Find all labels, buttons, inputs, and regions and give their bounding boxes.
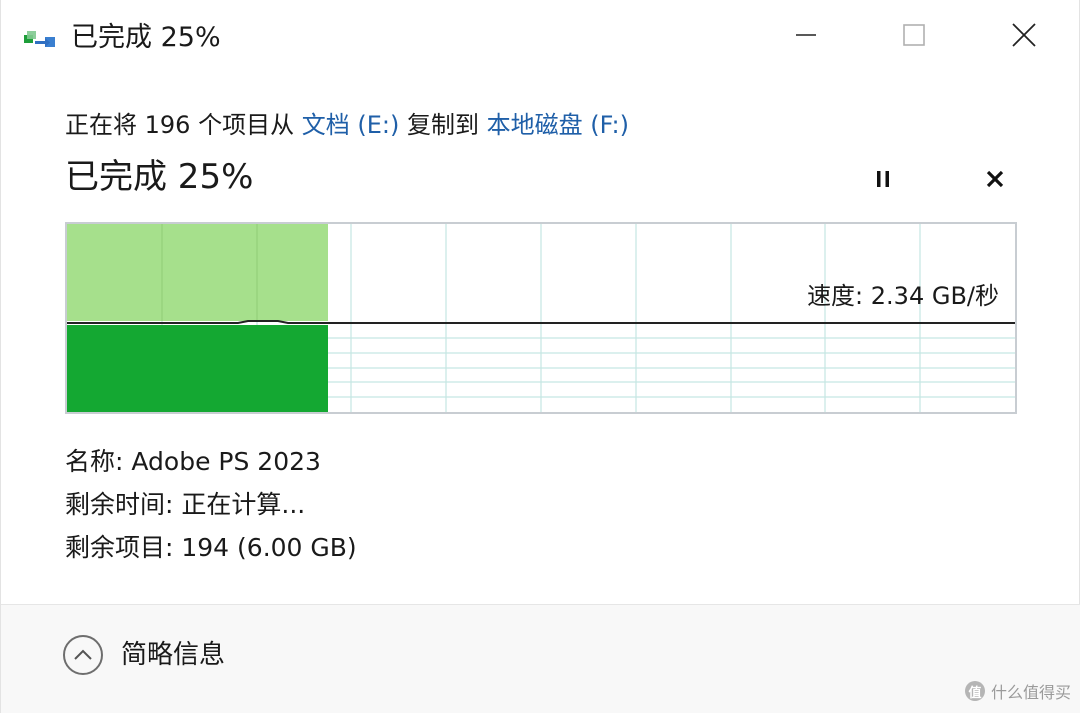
fewer-details-label: 简略信息: [121, 640, 226, 670]
maximize-button[interactable]: [889, 14, 939, 60]
footer: 简略信息 值 什么值得买: [1, 605, 1080, 713]
minimize-button[interactable]: [781, 14, 831, 60]
speed-graph-canvas: [67, 224, 1015, 412]
chevron-up-icon: [63, 635, 103, 675]
pause-icon: [873, 169, 893, 193]
items-remaining: 剩余项目: 194 (6.00 GB): [65, 533, 357, 562]
watermark-badge: 值: [964, 681, 985, 701]
pause-button[interactable]: [863, 162, 903, 200]
minimize-icon: [795, 24, 817, 50]
graph-fill-light: [67, 224, 328, 321]
stop-button[interactable]: [975, 162, 1015, 200]
operation-prefix: 正在将 196 个项目从: [65, 111, 302, 139]
file-copy-icon: [23, 28, 57, 52]
fewer-details-toggle[interactable]: 简略信息: [63, 635, 225, 675]
file-name: 名称: Adobe PS 2023: [65, 447, 321, 476]
operation-description: 正在将 196 个项目从 文档 (E:) 复制到 本地磁盘 (F:): [65, 106, 629, 144]
time-remaining: 剩余时间: 正在计算...: [65, 490, 306, 519]
close-icon: [1011, 22, 1037, 52]
close-button[interactable]: [999, 14, 1049, 60]
operation-middle: 复制到: [399, 111, 487, 139]
progress-heading: 已完成 25%: [65, 157, 254, 197]
destination-link[interactable]: 本地磁盘 (F:): [487, 111, 629, 139]
speed-graph: 速度: 2.34 GB/秒: [65, 222, 1017, 414]
graph-fill-dark: [67, 325, 328, 412]
window-title: 已完成 25%: [71, 22, 221, 53]
watermark-text: 什么值得买: [990, 683, 1071, 702]
speed-label: 速度: 2.34 GB/秒: [807, 282, 999, 310]
source-link[interactable]: 文档 (E:): [302, 111, 400, 139]
title-bar[interactable]: 已完成 25%: [1, 0, 1080, 78]
copy-progress-window: 已完成 25% 正在将 196 个项目从 文档 (E:) 复制到 本地磁盘 (F…: [0, 0, 1080, 713]
stop-icon: [985, 169, 1005, 193]
watermark: 值 什么值得买: [964, 679, 1071, 703]
maximize-icon: [902, 23, 926, 51]
details-section: 名称: Adobe PS 2023 剩余时间: 正在计算... 剩余项目: 19…: [65, 440, 357, 569]
